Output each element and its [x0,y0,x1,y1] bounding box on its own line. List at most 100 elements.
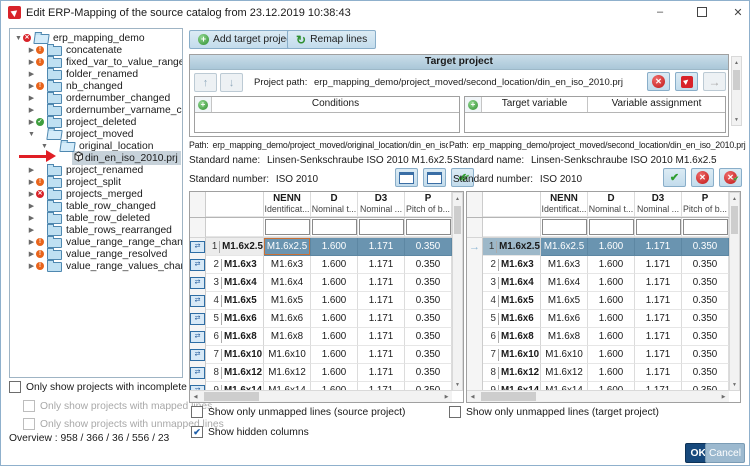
tree-item-ordernumber_varname_changed[interactable]: ▶ordernumber_varname_changed [10,104,182,116]
column-header-P[interactable]: PPitch of b... [405,192,452,217]
column-header-NENN[interactable]: NENNIdentificat... [264,192,311,217]
add-condition-button[interactable]: + [195,97,212,112]
column-header-D[interactable]: DNominal t... [588,192,635,217]
table-row[interactable]: 2M1.6x3M1.6x31.6001.1710.350 [467,256,729,274]
expander-icon[interactable]: ▶ [27,262,36,270]
tree-item-projects_merged[interactable]: ▶✕projects_merged [10,188,182,200]
column-header-D3[interactable]: D3Nominal ... [635,192,682,217]
scroll-left-icon[interactable]: ◀ [190,391,201,402]
scroll-down-icon[interactable]: ▼ [730,379,739,390]
tree-item-value_range_resolved[interactable]: ▶!value_range_resolved [10,248,182,260]
open-project-button[interactable] [675,72,698,91]
scroll-thumb[interactable] [481,392,536,401]
filter-input-D3[interactable] [359,219,404,235]
source-table-view-button[interactable] [395,168,418,187]
table-row[interactable]: ⇄6M1.6x8M1.6x81.6001.1710.350 [190,328,452,346]
minimize-button[interactable]: – [651,3,669,21]
table-row[interactable]: ⇄4M1.6x5M1.6x51.6001.1710.350 [190,292,452,310]
scroll-thumb[interactable] [454,206,461,234]
reject-mapping-button[interactable]: ✕ [691,168,714,187]
close-button[interactable]: ✕ [729,3,747,21]
expander-icon[interactable]: ▶ [27,94,36,102]
table-row[interactable]: →1M1.6x2.5M1.6x2.51.6001.1710.350 [467,238,729,256]
maximize-button[interactable] [693,3,711,21]
tree-item-project_split[interactable]: ▶!project_split [10,176,182,188]
scroll-down-icon[interactable]: ▼ [732,114,741,125]
tree-item-nb_changed[interactable]: ▶!nb_changed [10,80,182,92]
move-down-button[interactable]: ↓ [220,73,243,92]
tree-item-value_range_range_changed[interactable]: ▶!value_range_range_changed [10,236,182,248]
expander-icon[interactable]: ▶ [27,214,36,222]
expander-icon[interactable]: ▶ [27,70,36,78]
title-bar[interactable]: Edit ERP-Mapping of the source catalog f… [1,1,749,24]
filter-input-NENN[interactable] [265,219,310,235]
table-horizontal-scrollbar[interactable]: ◀▶ [190,390,452,402]
remap-lines-button[interactable]: ↻ Remap lines [287,30,376,49]
table-row[interactable]: ⇄5M1.6x6M1.6x61.6001.1710.350 [190,310,452,328]
column-header-D[interactable]: DNominal t... [311,192,358,217]
table-row[interactable]: ⇄2M1.6x3M1.6x31.6001.1710.350 [190,256,452,274]
tree-item-table_rows_rearranged[interactable]: ▶table_rows_rearranged [10,224,182,236]
expander-icon[interactable]: ▼ [14,35,23,42]
scroll-thumb[interactable] [731,206,738,234]
table-vertical-scrollbar[interactable]: ▲▼ [452,192,463,391]
filter-input-P[interactable] [683,219,728,235]
checkbox-show-hidden-columns[interactable]: ✔ Show hidden columns [191,426,309,438]
filter-input-P[interactable] [406,219,451,235]
table-row[interactable]: ⇄7M1.6x10M1.6x101.6001.1710.350 [190,346,452,364]
table-horizontal-scrollbar[interactable]: ◀▶ [467,390,729,402]
table-row[interactable]: ⇄1M1.6x2.5M1.6x2.51.6001.1710.350 [190,238,452,256]
expander-icon[interactable]: ▶ [27,226,36,234]
column-header-NENN[interactable]: NENNIdentificat... [541,192,588,217]
expander-icon[interactable]: ▶ [27,58,36,66]
checkbox-unmapped-target[interactable]: Show only unmapped lines (target project… [449,406,659,418]
expander-icon[interactable]: ▶ [27,238,36,246]
reject-accept-button[interactable]: ✕✔ [719,168,742,187]
scroll-up-icon[interactable]: ▲ [730,193,739,204]
scroll-thumb[interactable] [204,392,259,401]
filter-input-D[interactable] [312,219,357,235]
expander-icon[interactable]: ▶ [27,118,36,126]
expander-icon[interactable]: ▼ [40,143,49,150]
checkbox-unmapped-source[interactable]: Show only unmapped lines (source project… [191,406,405,418]
column-header-D3[interactable]: D3Nominal ... [358,192,405,217]
scroll-right-icon[interactable]: ▶ [441,391,452,402]
expander-icon[interactable]: ▼ [27,131,36,138]
table-vertical-scrollbar[interactable]: ▲▼ [729,192,740,391]
tree-item-folder_renamed[interactable]: ▶folder_renamed [10,68,182,80]
move-up-button[interactable]: ↑ [194,73,217,92]
expander-icon[interactable]: ▶ [27,190,36,198]
tree-item-ordernumber_changed[interactable]: ▶ordernumber_changed [10,92,182,104]
scroll-up-icon[interactable]: ▲ [732,57,741,68]
remove-target-button[interactable]: ✕ [647,72,670,91]
table-row[interactable]: 5M1.6x6M1.6x61.6001.1710.350 [467,310,729,328]
table-row[interactable]: 6M1.6x8M1.6x81.6001.1710.350 [467,328,729,346]
expander-icon[interactable]: ▶ [27,166,36,174]
tree-item-project_moved[interactable]: ▼project_moved [10,128,182,140]
filter-input-D3[interactable] [636,219,681,235]
table-row[interactable]: ⇄3M1.6x4M1.6x41.6001.1710.350 [190,274,452,292]
target-list-scrollbar[interactable]: ▲ ▼ [731,56,742,126]
table-row[interactable]: 4M1.6x5M1.6x51.6001.1710.350 [467,292,729,310]
accept-mapping-button[interactable]: ✔ [663,168,686,187]
column-header-P[interactable]: PPitch of b... [682,192,729,217]
tree-item-table_row_changed[interactable]: ▶table_row_changed [10,200,182,212]
scroll-up-icon[interactable]: ▲ [453,193,462,204]
source-column-view-button[interactable] [423,168,446,187]
tree-item-din_en_iso_2010.prj[interactable]: din_en_iso_2010.prj [10,152,182,164]
tree-item-project_renamed[interactable]: ▶project_renamed [10,164,182,176]
add-assignment-button[interactable]: + [465,97,482,112]
expander-icon[interactable]: ▶ [27,250,36,258]
scroll-thumb[interactable] [733,70,740,90]
scroll-left-icon[interactable]: ◀ [467,391,478,402]
tree-item-fixed_var_to_value_range[interactable]: ▶!fixed_var_to_value_range [10,56,182,68]
tree-item-value_range_values_changed[interactable]: ▶!value_range_values_changed [10,260,182,272]
project-tree[interactable]: ▼✕erp_mapping_demo▶!concatenate▶!fixed_v… [9,28,183,378]
table-row[interactable]: ⇄8M1.6x12M1.6x121.6001.1710.350 [190,364,452,382]
tree-item-project_deleted[interactable]: ▶✓project_deleted [10,116,182,128]
expander-icon[interactable]: ▶ [27,106,36,114]
expander-icon[interactable]: ▶ [27,202,36,210]
expander-icon[interactable]: ▶ [27,82,36,90]
tree-item-table_row_deleted[interactable]: ▶table_row_deleted [10,212,182,224]
table-row[interactable]: 3M1.6x4M1.6x41.6001.1710.350 [467,274,729,292]
